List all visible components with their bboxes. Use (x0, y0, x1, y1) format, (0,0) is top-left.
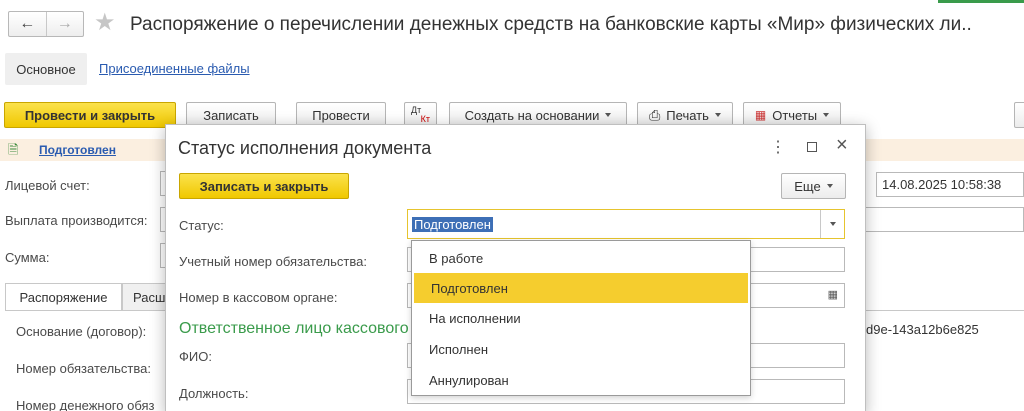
status-dropdown-button[interactable] (820, 210, 844, 238)
tab-order[interactable]: Распоряжение (5, 283, 122, 311)
back-icon[interactable]: ← (9, 12, 47, 36)
guid-fragment: d9e-143a12b6e825 (866, 322, 979, 337)
status-dropdown-list: В работе Подготовлен На исполнении Испол… (411, 240, 751, 396)
status-option[interactable]: Подготовлен (414, 273, 748, 303)
status-option[interactable]: Аннулирован (412, 365, 750, 395)
cash-number-label: Номер в кассовом органе: (179, 290, 338, 305)
amount-label: Сумма: (5, 250, 50, 265)
calendar-icon[interactable]: ▦ (828, 288, 838, 301)
status-option-label: Аннулирован (429, 372, 509, 388)
more-label: Еще (794, 178, 821, 194)
chevron-down-icon (829, 222, 836, 226)
create-based-on-label: Создать на основании (464, 107, 600, 123)
fio-label: ФИО: (179, 349, 212, 364)
account-label: Лицевой счет: (5, 178, 90, 193)
status-dialog: Статус исполнения документа ⋮ × Записать… (165, 124, 866, 411)
date-field[interactable]: 14.08.2025 10:58:38 (876, 172, 1024, 197)
favorite-star-icon[interactable]: ★ (94, 8, 116, 37)
more-button[interactable]: Еще (781, 173, 846, 199)
money-obligation-label: Номер денежного обяз (16, 398, 155, 411)
status-option-label: На исполнении (429, 311, 521, 326)
tab-order-label: Распоряжение (19, 290, 108, 305)
report-icon: ▦ (754, 108, 767, 122)
dialog-title: Статус исполнения документа (178, 138, 432, 158)
chevron-down-icon (605, 113, 612, 117)
top-green-line (938, 0, 1024, 3)
post-and-close-button[interactable]: Провести и закрыть (4, 102, 176, 128)
dialog-close-icon[interactable]: × (836, 134, 848, 157)
status-option[interactable]: На исполнении (412, 303, 750, 334)
chevron-down-icon (826, 184, 833, 188)
status-option[interactable]: В работе (412, 243, 750, 273)
obligation-label: Номер обязательства: (16, 361, 151, 376)
reports-label: Отчеты (772, 107, 818, 123)
dialog-menu-icon[interactable]: ⋮ (770, 137, 786, 157)
chevron-down-icon (714, 113, 721, 117)
date-value: 14.08.2025 10:58:38 (882, 177, 1002, 192)
status-label: Статус: (179, 218, 224, 233)
status-option-label: Исполнен (429, 342, 489, 357)
tab-main-label: Основное (16, 61, 76, 77)
print-label: Печать (666, 107, 709, 123)
status-option-label: Подготовлен (431, 280, 508, 296)
reg-number-label: Учетный номер обязательства: (179, 254, 367, 269)
document-status-icon: 🗎 (8, 142, 19, 157)
tab-other-label: Расш (133, 289, 166, 305)
status-selected-value: Подготовлен (412, 216, 493, 232)
dt-icon-top: Дт (411, 105, 422, 115)
dialog-maximize-icon[interactable] (807, 142, 817, 152)
responsible-section-title: Ответственное лицо кассового (179, 320, 409, 337)
printer-icon: ⎙ (649, 106, 661, 123)
right-field-2[interactable] (865, 207, 1024, 232)
save-and-close-button[interactable]: Записать и закрыть (179, 173, 349, 199)
chevron-down-icon (823, 113, 830, 117)
window-title: Распоряжение о перечислении денежных сре… (130, 14, 972, 35)
tab-attached-files[interactable]: Присоединенные файлы (99, 61, 250, 76)
tab-main[interactable]: Основное (5, 53, 87, 85)
status-option[interactable]: Исполнен (412, 334, 750, 365)
status-select[interactable]: Подготовлен (407, 209, 845, 239)
forward-icon[interactable]: → (47, 12, 84, 36)
position-label: Должность: (179, 386, 249, 401)
kt-icon-bottom: Кт (420, 114, 430, 124)
nav-buttons: ← → (8, 11, 84, 37)
basis-label: Основание (договор): (16, 324, 147, 339)
toolbar-right-button[interactable] (1014, 102, 1024, 128)
status-option-label: В работе (429, 250, 484, 266)
payout-label: Выплата производится: (5, 213, 148, 228)
status-link[interactable]: Подготовлен (39, 143, 116, 157)
